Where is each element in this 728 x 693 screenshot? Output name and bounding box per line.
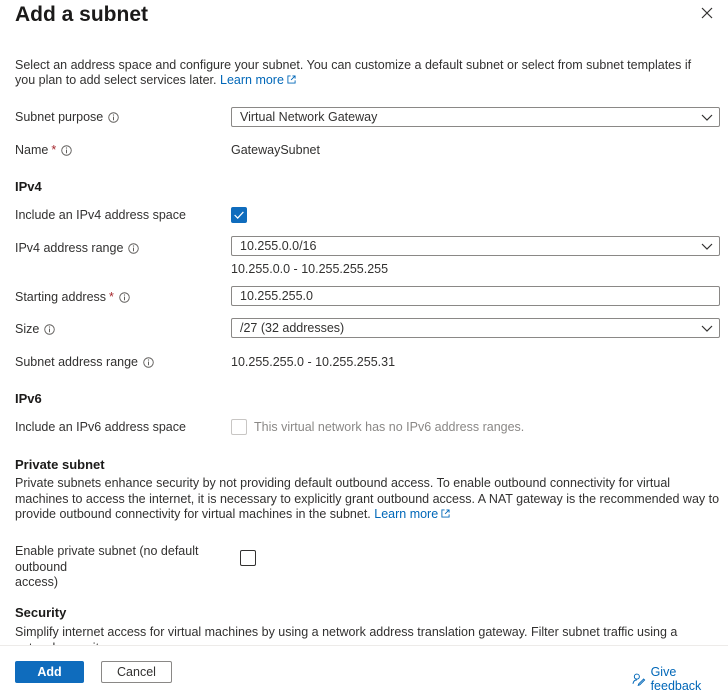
- external-link-icon: [441, 509, 450, 518]
- include-ipv4-label-text: Include an IPv4 address space: [15, 208, 186, 222]
- security-heading: Security: [15, 605, 67, 620]
- include-ipv6-label-text: Include an IPv6 address space: [15, 420, 186, 434]
- ipv4-heading: IPv4: [15, 179, 42, 194]
- subnet-purpose-dropdown[interactable]: Virtual Network Gateway: [231, 107, 720, 127]
- starting-address-value: 10.255.255.0: [240, 289, 313, 303]
- panel-title: Add a subnet: [15, 3, 149, 26]
- private-subnet-learn-more-link[interactable]: Learn more: [374, 507, 450, 521]
- starting-address-label: Starting address *: [15, 290, 130, 304]
- intro-description: Select an address space and configure yo…: [15, 58, 692, 87]
- starting-address-input[interactable]: 10.255.255.0: [231, 286, 720, 306]
- subnet-address-range-label-text: Subnet address range: [15, 355, 139, 369]
- chevron-down-icon: [701, 114, 713, 121]
- ipv4-range-label: IPv4 address range: [15, 241, 140, 255]
- subnet-address-range-value: 10.255.255.0 - 10.255.255.31: [231, 355, 396, 369]
- private-subnet-learn-more-label[interactable]: Learn more: [374, 507, 438, 521]
- subnet-purpose-label: Subnet purpose: [15, 110, 119, 124]
- external-link-icon: [287, 75, 296, 84]
- private-subnet-text: Private subnets enhance security by not …: [15, 476, 720, 521]
- close-icon[interactable]: [698, 4, 716, 22]
- include-ipv4-label: Include an IPv4 address space: [15, 208, 186, 222]
- security-text: Simplify internet access for virtual mac…: [15, 625, 678, 645]
- enable-private-subnet-label: Enable private subnet (no default outbou…: [15, 544, 235, 591]
- include-ipv6-checkbox: [231, 419, 247, 435]
- enable-private-subnet-checkbox[interactable]: [240, 550, 256, 566]
- ipv4-range-hint: 10.255.0.0 - 10.255.255.255: [231, 262, 389, 276]
- give-feedback-label[interactable]: Give feedback: [651, 665, 728, 693]
- size-label: Size: [15, 322, 56, 336]
- add-subnet-panel: Add a subnet Select an address space and…: [0, 0, 728, 693]
- name-value: GatewaySubnet: [231, 143, 320, 157]
- ipv4-range-value: 10.255.0.0/16: [240, 239, 317, 253]
- info-icon[interactable]: [61, 144, 72, 156]
- intro-learn-more-link[interactable]: Learn more: [220, 73, 296, 87]
- subnet-purpose-value: Virtual Network Gateway: [240, 110, 378, 124]
- required-marker: *: [109, 290, 114, 304]
- give-feedback-link[interactable]: Give feedback: [632, 665, 728, 693]
- feedback-icon: [632, 673, 646, 686]
- private-subnet-heading: Private subnet: [15, 457, 105, 472]
- enable-private-subnet-label-line1: Enable private subnet (no default outbou…: [15, 544, 199, 574]
- include-ipv4-checkbox[interactable]: [231, 207, 247, 223]
- size-dropdown[interactable]: /27 (32 addresses): [231, 318, 720, 338]
- info-icon[interactable]: [108, 111, 119, 123]
- cancel-button[interactable]: Cancel: [101, 661, 172, 683]
- name-label: Name *: [15, 143, 72, 157]
- starting-address-label-text: Starting address: [15, 290, 107, 304]
- info-icon[interactable]: [44, 323, 56, 335]
- subnet-address-range-label: Subnet address range: [15, 355, 154, 369]
- security-description: Simplify internet access for virtual mac…: [15, 625, 720, 645]
- ipv6-disabled-note: This virtual network has no IPv6 address…: [254, 420, 525, 434]
- intro-text: Select an address space and configure yo…: [15, 58, 705, 88]
- required-marker: *: [51, 143, 57, 157]
- name-label-text: Name: [15, 143, 49, 157]
- add-button[interactable]: Add: [15, 661, 84, 683]
- info-icon[interactable]: [143, 356, 154, 368]
- ipv6-heading: IPv6: [15, 391, 42, 406]
- intro-learn-more-label[interactable]: Learn more: [220, 73, 284, 87]
- ipv4-range-label-text: IPv4 address range: [15, 241, 124, 255]
- checkmark-icon: [234, 211, 244, 219]
- chevron-down-icon: [701, 325, 713, 332]
- ipv4-range-dropdown[interactable]: 10.255.0.0/16: [231, 236, 720, 256]
- enable-private-subnet-label-line2: access): [15, 575, 59, 589]
- panel-footer: Add Cancel Give feedback: [0, 645, 728, 693]
- size-value: /27 (32 addresses): [240, 321, 345, 335]
- private-subnet-description: Private subnets enhance security by not …: [15, 476, 720, 523]
- subnet-purpose-label-text: Subnet purpose: [15, 110, 104, 124]
- chevron-down-icon: [701, 243, 713, 250]
- info-icon[interactable]: [128, 242, 140, 254]
- info-icon[interactable]: [119, 291, 130, 303]
- size-label-text: Size: [15, 322, 40, 336]
- include-ipv6-label: Include an IPv6 address space: [15, 420, 186, 434]
